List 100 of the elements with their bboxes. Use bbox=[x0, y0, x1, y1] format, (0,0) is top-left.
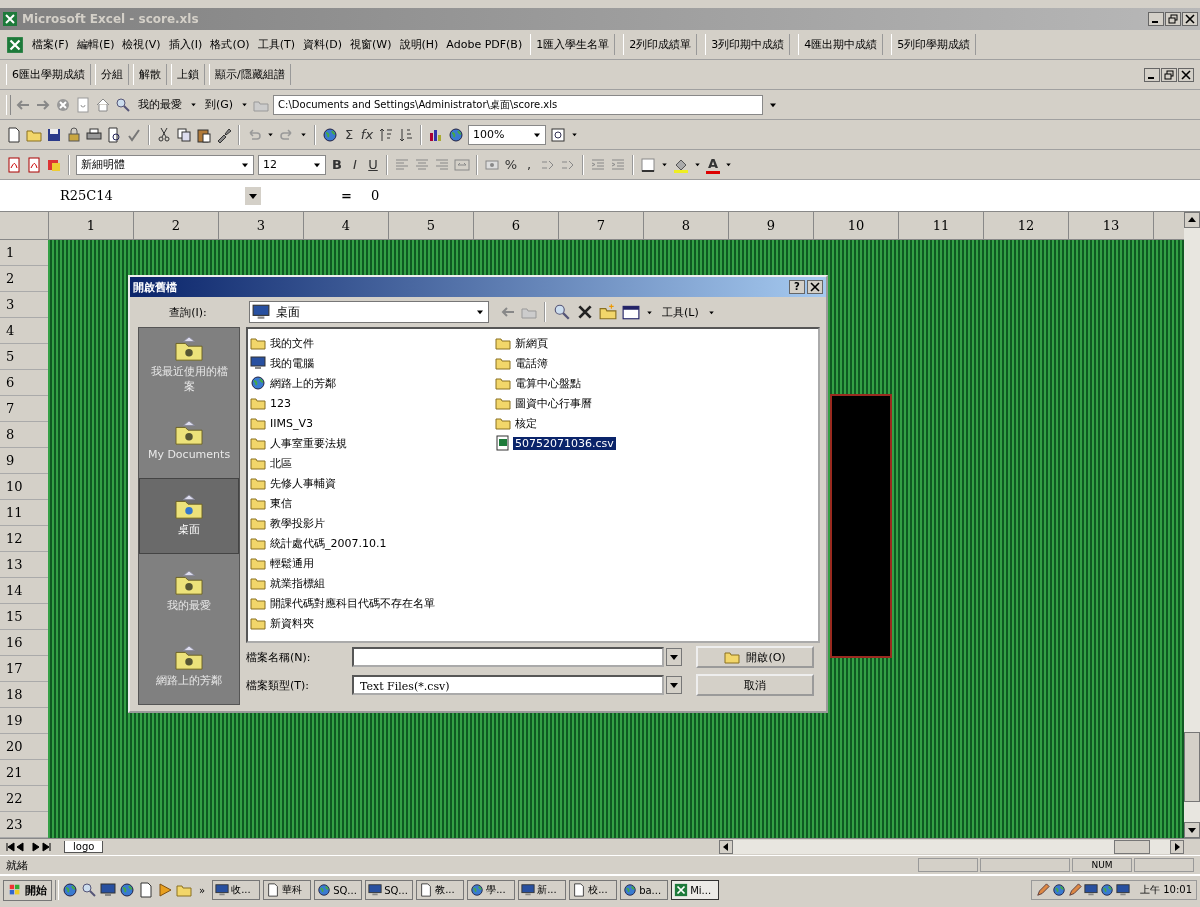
toolbar-button[interactable]: 解散 bbox=[133, 64, 167, 85]
close-icon[interactable] bbox=[807, 280, 823, 294]
folder-icon[interactable] bbox=[495, 335, 511, 351]
file-item[interactable]: 就業指標組 bbox=[268, 575, 327, 591]
file-item[interactable]: 我的電腦 bbox=[268, 355, 316, 371]
folder-icon[interactable] bbox=[495, 375, 511, 391]
taskbar-button[interactable]: SQ... bbox=[314, 880, 363, 900]
app-icon[interactable] bbox=[368, 883, 383, 897]
file-item[interactable]: 開課代碼對應科目代碼不存在名單 bbox=[268, 595, 437, 611]
folder-icon[interactable] bbox=[495, 415, 511, 431]
column-header[interactable]: 7 bbox=[559, 212, 644, 239]
borders-icon[interactable] bbox=[640, 156, 656, 173]
macro-button[interactable]: 3列印期中成績 bbox=[705, 34, 791, 55]
autosum-button[interactable]: Σ bbox=[342, 127, 356, 142]
file-item[interactable]: 電算中心盤點 bbox=[513, 375, 583, 391]
menu-item[interactable]: 視窗(W) bbox=[350, 37, 392, 52]
taskbar-button[interactable]: 教... bbox=[416, 880, 465, 900]
new-file-icon[interactable] bbox=[6, 126, 22, 143]
taskbar-button[interactable]: SQ... bbox=[365, 880, 414, 900]
app-icon[interactable] bbox=[317, 883, 332, 897]
taskbar-button[interactable]: 華科 bbox=[263, 880, 312, 900]
search-icon[interactable] bbox=[81, 882, 97, 898]
tray-icon[interactable] bbox=[1068, 883, 1082, 897]
bold-button[interactable]: B bbox=[330, 157, 344, 172]
minimize-icon[interactable] bbox=[1148, 12, 1164, 26]
tools-menu[interactable]: 工具(L) bbox=[659, 304, 702, 320]
sort-descending-icon[interactable] bbox=[398, 126, 414, 143]
look-in-dropdown[interactable]: 桌面 bbox=[249, 301, 489, 323]
dropdown-arrow-icon[interactable] bbox=[660, 160, 669, 169]
stop-icon[interactable] bbox=[55, 96, 71, 113]
network-icon[interactable] bbox=[119, 882, 135, 898]
close-icon[interactable] bbox=[1178, 67, 1194, 82]
column-header[interactable]: 10 bbox=[814, 212, 899, 239]
tray-icon[interactable] bbox=[1084, 883, 1098, 897]
dropdown-arrow-icon[interactable] bbox=[189, 100, 198, 109]
browser-icon[interactable] bbox=[62, 882, 78, 898]
percent-button[interactable]: % bbox=[504, 157, 518, 172]
macro-button[interactable]: 5列印學期成績 bbox=[891, 34, 977, 55]
file-item[interactable]: IIMS_V3 bbox=[268, 416, 315, 430]
cut-icon[interactable] bbox=[156, 126, 172, 143]
folder-icon[interactable] bbox=[495, 395, 511, 411]
pen-icon[interactable] bbox=[1036, 883, 1050, 897]
desktop-icon[interactable] bbox=[100, 882, 116, 898]
folder-icon[interactable] bbox=[250, 515, 266, 531]
column-header[interactable]: 4 bbox=[304, 212, 389, 239]
merge-cells-icon[interactable] bbox=[454, 156, 470, 173]
dropdown-arrow-icon[interactable] bbox=[299, 130, 308, 139]
menu-item[interactable]: 說明(H) bbox=[399, 37, 439, 52]
column-header[interactable]: 1 bbox=[49, 212, 134, 239]
macro-button[interactable]: 2列印成績單 bbox=[623, 34, 698, 55]
file-item[interactable]: 電話簿 bbox=[513, 355, 550, 371]
folder-icon[interactable] bbox=[250, 455, 266, 471]
folder-icon[interactable] bbox=[250, 575, 266, 591]
app-icon[interactable] bbox=[419, 883, 434, 897]
macro-button[interactable]: 4匯出期中成績 bbox=[798, 34, 884, 55]
app-icon[interactable] bbox=[623, 883, 638, 897]
scroll-left-icon[interactable] bbox=[719, 840, 733, 854]
paste-icon[interactable] bbox=[196, 126, 212, 143]
map-icon[interactable] bbox=[448, 126, 464, 143]
comma-button[interactable]: , bbox=[522, 157, 536, 172]
menu-item[interactable]: 檢視(V) bbox=[122, 37, 161, 52]
name-box[interactable]: R25C14 bbox=[0, 188, 245, 203]
folder-icon[interactable] bbox=[250, 595, 266, 611]
computer-icon[interactable] bbox=[250, 355, 266, 371]
toolbar-button[interactable]: 6匯出學期成績 bbox=[6, 64, 91, 85]
more-button[interactable]: » bbox=[195, 884, 210, 896]
print-preview-icon[interactable] bbox=[106, 126, 122, 143]
app-icon[interactable] bbox=[674, 883, 689, 897]
column-header[interactable]: 3 bbox=[219, 212, 304, 239]
column-header[interactable]: 12 bbox=[984, 212, 1069, 239]
horizontal-scrollbar[interactable] bbox=[719, 840, 1184, 854]
cancel-button[interactable]: 取消 bbox=[696, 674, 814, 696]
menu-item[interactable]: Adobe PDF(B) bbox=[446, 38, 523, 51]
scrollbar-thumb[interactable] bbox=[1184, 732, 1200, 802]
column-header[interactable]: 5 bbox=[389, 212, 474, 239]
search-icon[interactable] bbox=[553, 303, 571, 321]
document-icon[interactable] bbox=[6, 35, 24, 54]
dropdown-arrow-icon[interactable] bbox=[240, 100, 250, 109]
taskbar-button[interactable]: 校... bbox=[569, 880, 618, 900]
folder-icon[interactable] bbox=[495, 355, 511, 371]
scrollbar-thumb[interactable] bbox=[1114, 840, 1150, 854]
vertical-scrollbar[interactable] bbox=[1184, 212, 1200, 838]
column-header[interactable]: 9 bbox=[729, 212, 814, 239]
taskbar-button[interactable]: 新... bbox=[518, 880, 567, 900]
app-icon[interactable] bbox=[266, 883, 281, 897]
globe-icon[interactable] bbox=[1052, 883, 1066, 897]
toolbar-button[interactable]: 上鎖 bbox=[171, 64, 205, 85]
folder-icon[interactable] bbox=[250, 495, 266, 511]
favorites-button[interactable]: 我的最愛 bbox=[135, 97, 185, 112]
menu-item[interactable]: 檔案(F) bbox=[32, 37, 69, 52]
app-icon[interactable] bbox=[572, 883, 587, 897]
format-painter-icon[interactable] bbox=[216, 126, 232, 143]
zoom-dropdown[interactable]: 100% bbox=[468, 124, 546, 145]
file-item[interactable]: 新資料夾 bbox=[268, 615, 316, 631]
font-dropdown[interactable]: 新細明體 bbox=[76, 154, 254, 175]
file-item[interactable]: 教學投影片 bbox=[268, 515, 327, 531]
file-type-dropdown[interactable]: Text Files(*.csv) bbox=[352, 675, 664, 695]
excel-icon[interactable] bbox=[2, 11, 18, 27]
help-button[interactable]: ? bbox=[789, 280, 805, 294]
toolbar-button[interactable]: 顯示/隱藏組譜 bbox=[209, 64, 291, 85]
